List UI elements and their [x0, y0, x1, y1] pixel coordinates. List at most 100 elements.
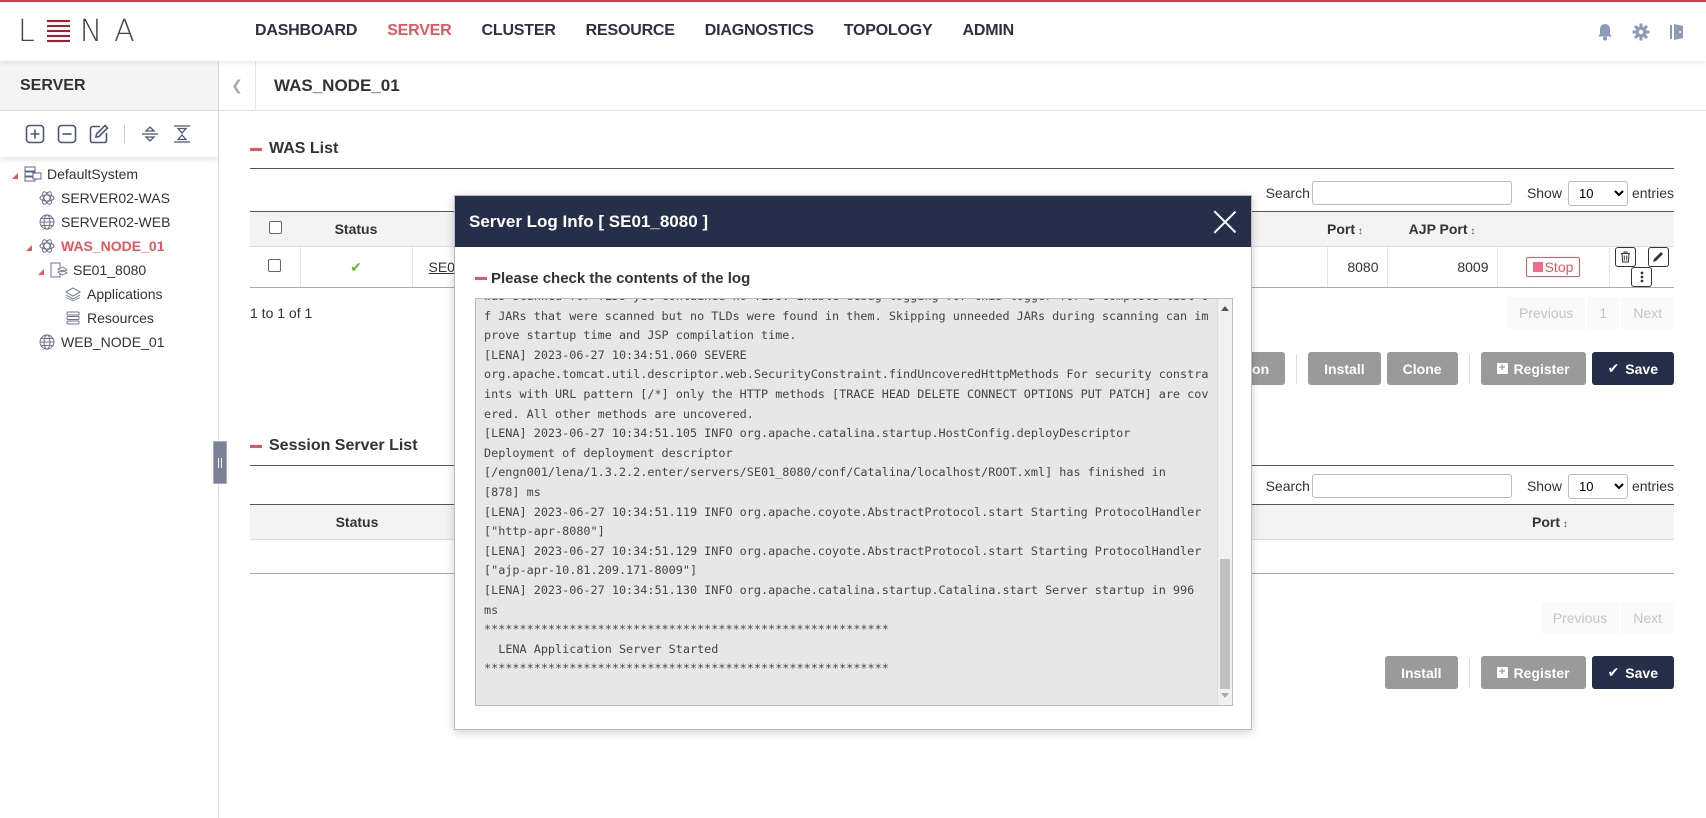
- sidebar-collapse-button[interactable]: ❮: [219, 60, 256, 111]
- nav-dashboard[interactable]: DASHBOARD: [255, 22, 357, 40]
- trash-icon: [1620, 251, 1630, 263]
- tree-item-defaultsystem[interactable]: DefaultSystem: [0, 162, 218, 186]
- session-page-size-select[interactable]: 10: [1567, 473, 1628, 499]
- check-icon: ✔: [1607, 360, 1620, 376]
- sidebar: SERVER DefaultSystem SERVER02-WAS SERVER…: [0, 61, 219, 818]
- section-title: Session Server List: [269, 437, 418, 454]
- server-icon: [50, 262, 68, 278]
- nav-admin[interactable]: ADMIN: [962, 22, 1014, 40]
- clone-button[interactable]: Clone: [1386, 352, 1458, 385]
- tree-item-resources[interactable]: Resources: [0, 306, 218, 330]
- col-status[interactable]: Status: [300, 211, 412, 247]
- search-label: Search: [1265, 185, 1310, 201]
- scroll-up-arrow[interactable]: [1221, 306, 1229, 311]
- server-tree: DefaultSystem SERVER02-WAS SERVER02-WEB …: [0, 157, 218, 354]
- tree-toggle[interactable]: [38, 262, 50, 278]
- web-icon: [38, 214, 56, 230]
- tree-item-server02-web[interactable]: SERVER02-WEB: [0, 210, 218, 234]
- previous-page-button[interactable]: Previous: [1540, 602, 1620, 634]
- search-label: Search: [1265, 478, 1310, 494]
- tree-item-applications[interactable]: Applications: [0, 282, 218, 306]
- delete-button[interactable]: [1614, 247, 1636, 267]
- page-title: WAS_NODE_01: [274, 75, 400, 95]
- gear-icon[interactable]: [1632, 22, 1650, 42]
- edit-button[interactable]: [1647, 247, 1669, 267]
- col-port[interactable]: Port: [1532, 514, 1568, 530]
- add-icon[interactable]: [24, 123, 46, 145]
- logout-icon[interactable]: [1668, 22, 1686, 42]
- save-button[interactable]: ✔ Save: [1591, 352, 1674, 385]
- session-search-input[interactable]: [1311, 474, 1512, 498]
- sidebar-title: SERVER: [0, 61, 218, 111]
- edit-icon[interactable]: [88, 123, 110, 145]
- system-icon: [24, 166, 42, 182]
- modal-subtitle: Please check the contents of the log: [475, 270, 1251, 287]
- register-button[interactable]: + Register: [1480, 656, 1586, 689]
- stop-icon: [1532, 262, 1543, 272]
- plus-icon: +: [1496, 363, 1508, 374]
- pencil-icon: [1653, 252, 1664, 262]
- tree-item-web-node-01[interactable]: WEB_NODE_01: [0, 330, 218, 354]
- nav-diagnostics[interactable]: DIAGNOSTICS: [705, 22, 814, 40]
- tree-toggle[interactable]: [26, 238, 38, 254]
- log-textarea[interactable]: was scanned for TLDs yet contained no TL…: [475, 298, 1233, 706]
- install-button[interactable]: Install: [1385, 656, 1458, 689]
- close-icon[interactable]: [1212, 209, 1238, 235]
- collapse-all-icon[interactable]: [171, 123, 193, 145]
- nav-topology[interactable]: TOPOLOGY: [844, 22, 933, 40]
- more-button[interactable]: [1631, 267, 1653, 287]
- previous-page-button[interactable]: Previous: [1506, 297, 1586, 329]
- was-search-input[interactable]: [1311, 181, 1512, 205]
- section-title: WAS List: [269, 140, 339, 157]
- tree-item-was-node-01[interactable]: WAS_NODE_01: [0, 234, 218, 258]
- main-nav: DASHBOARD SERVER CLUSTER RESOURCE DIAGNO…: [255, 22, 1014, 40]
- was-icon: [38, 190, 56, 206]
- bell-icon[interactable]: [1596, 22, 1614, 42]
- layers-icon: [64, 286, 82, 302]
- register-button[interactable]: + Register: [1480, 352, 1586, 385]
- nav-cluster[interactable]: CLUSTER: [482, 22, 556, 40]
- sidebar-resize-handle[interactable]: [213, 441, 227, 484]
- install-button[interactable]: Install: [1308, 352, 1381, 385]
- page-1-button[interactable]: 1: [1587, 297, 1620, 329]
- nav-server[interactable]: SERVER: [387, 22, 452, 40]
- next-page-button[interactable]: Next: [1621, 602, 1674, 634]
- section-marker: [250, 444, 262, 448]
- save-button[interactable]: ✔ Save: [1591, 656, 1674, 689]
- stop-button[interactable]: Stop: [1525, 257, 1581, 277]
- section-marker: [250, 147, 262, 151]
- remove-icon[interactable]: [56, 123, 78, 145]
- was-page-size-select[interactable]: 10: [1567, 180, 1628, 206]
- tree-toggle[interactable]: [12, 166, 24, 182]
- show-label: Show: [1526, 478, 1562, 494]
- was-icon: [38, 238, 56, 254]
- nav-resource[interactable]: RESOURCE: [586, 22, 675, 40]
- row-checkbox[interactable]: [268, 259, 282, 272]
- next-page-button[interactable]: Next: [1621, 297, 1674, 329]
- col-ajp-port[interactable]: AJP Port: [1409, 221, 1476, 237]
- log-scrollbar[interactable]: [1217, 299, 1232, 705]
- database-icon: [64, 310, 82, 326]
- select-all-checkbox[interactable]: [268, 221, 282, 234]
- plus-icon: +: [1496, 667, 1508, 678]
- port-cell: 8080: [1327, 246, 1388, 288]
- section-marker: [475, 277, 487, 280]
- scroll-down-arrow[interactable]: [1221, 693, 1229, 698]
- page-header: ❮ WAS_NODE_01: [219, 60, 1706, 111]
- col-status[interactable]: Status: [250, 504, 464, 540]
- more-vertical-icon: [1640, 271, 1644, 283]
- tree-item-se01-8080[interactable]: SE01_8080: [0, 258, 218, 282]
- expand-all-icon[interactable]: [139, 123, 161, 145]
- sidebar-toolbar: [0, 111, 218, 157]
- scroll-thumb[interactable]: [1220, 559, 1230, 689]
- server-name-link[interactable]: SE0: [429, 259, 455, 275]
- modal-title: Server Log Info [ SE01_8080 ]: [469, 211, 709, 231]
- entries-label: entries: [1631, 185, 1674, 201]
- lena-logo[interactable]: L N A: [18, 14, 137, 49]
- tree-item-server02-was[interactable]: SERVER02-WAS: [0, 186, 218, 210]
- top-header: L N A DASHBOARD SERVER CLUSTER RESOURCE …: [0, 0, 1706, 61]
- status-running-icon: ✔: [350, 258, 362, 275]
- logo-e-mark: [46, 20, 70, 42]
- server-log-modal: Server Log Info [ SE01_8080 ] Please che…: [454, 195, 1252, 730]
- col-port[interactable]: Port: [1327, 221, 1363, 237]
